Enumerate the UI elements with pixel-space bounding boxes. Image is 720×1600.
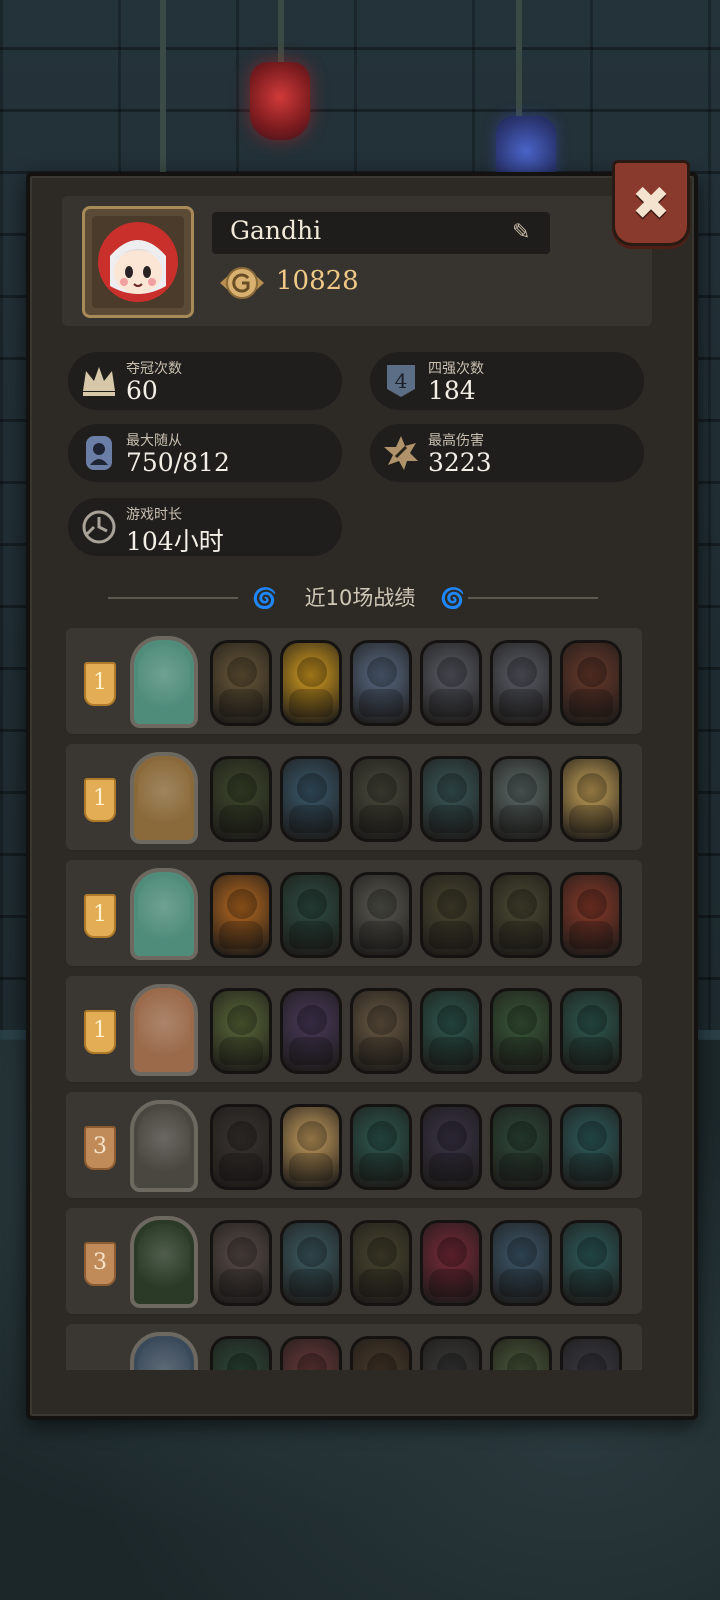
- stat-championships: 夺冠次数 60: [68, 352, 342, 410]
- minion-portrait[interactable]: [210, 1336, 272, 1370]
- stat-value: 104小时: [126, 527, 224, 556]
- minion-portrait[interactable]: [350, 1104, 412, 1190]
- minion-portrait[interactable]: [280, 872, 342, 958]
- minion-portrait[interactable]: [210, 1104, 272, 1190]
- minion-portrait[interactable]: [420, 872, 482, 958]
- minion-portrait[interactable]: [280, 1336, 342, 1370]
- rope-decoration: [278, 0, 284, 70]
- rank-badge: 1: [84, 662, 116, 706]
- rank-badge: 3: [84, 1242, 116, 1286]
- rank-badge: 3: [84, 1126, 116, 1170]
- stat-value: 750/812: [126, 448, 230, 477]
- minion-portrait[interactable]: [210, 872, 272, 958]
- rank-badge: 1: [84, 1010, 116, 1054]
- minion-portrait[interactable]: [490, 756, 552, 842]
- match-row[interactable]: 1: [66, 860, 642, 968]
- stat-top4: 4 四强次数 184: [370, 352, 644, 410]
- match-row[interactable]: 3: [66, 1208, 642, 1316]
- minion-portrait[interactable]: [490, 1104, 552, 1190]
- damage-burst-icon: [382, 435, 420, 471]
- minion-portrait[interactable]: [350, 872, 412, 958]
- minion-portrait[interactable]: [210, 756, 272, 842]
- crown-icon: [80, 363, 118, 399]
- rope-decoration: [516, 0, 522, 120]
- pencil-icon[interactable]: ✎: [512, 220, 530, 245]
- minion-portrait[interactable]: [210, 1220, 272, 1306]
- minion-portrait[interactable]: [560, 988, 622, 1074]
- rank-badge: 1: [84, 778, 116, 822]
- minion-portrait[interactable]: [560, 756, 622, 842]
- minion-portrait[interactable]: [560, 1220, 622, 1306]
- match-row[interactable]: 1: [66, 744, 642, 852]
- minion-portrait[interactable]: [490, 988, 552, 1074]
- stat-max-damage: 最高伤害 3223: [370, 424, 644, 482]
- svg-text:4: 4: [395, 369, 408, 393]
- avatar-portrait: [92, 216, 184, 308]
- minion-portrait[interactable]: [350, 756, 412, 842]
- red-lantern-decoration: [250, 62, 310, 140]
- player-name: Gandhi: [230, 216, 322, 245]
- minion-portrait[interactable]: [560, 640, 622, 726]
- minion-card-icon: [80, 435, 118, 471]
- minion-portrait[interactable]: [350, 988, 412, 1074]
- stat-value: 184: [428, 376, 476, 405]
- minion-portrait[interactable]: [420, 1220, 482, 1306]
- minion-portrait[interactable]: [420, 1104, 482, 1190]
- swirl-ornament-icon: 🌀: [440, 586, 465, 610]
- match-row[interactable]: [66, 1324, 642, 1370]
- top4-shield-icon: 4: [382, 363, 420, 399]
- minion-portrait[interactable]: [350, 1220, 412, 1306]
- minion-portrait[interactable]: [280, 640, 342, 726]
- minion-portrait[interactable]: [420, 756, 482, 842]
- minion-portrait[interactable]: [420, 640, 482, 726]
- minion-portrait[interactable]: [280, 756, 342, 842]
- minion-portrait[interactable]: [420, 1336, 482, 1370]
- hero-portrait[interactable]: [130, 1216, 198, 1308]
- stat-label: 最高伤害: [428, 433, 484, 449]
- rank-badge: 1: [84, 894, 116, 938]
- match-row[interactable]: 3: [66, 1092, 642, 1200]
- hero-portrait[interactable]: [130, 636, 198, 728]
- minion-portrait[interactable]: [490, 1336, 552, 1370]
- hero-portrait[interactable]: [130, 1100, 198, 1192]
- minion-portrait[interactable]: [210, 640, 272, 726]
- stat-max-minions: 最大随从 750/812: [68, 424, 342, 482]
- coin-balance: 10828: [276, 266, 359, 296]
- divider-line: [468, 597, 598, 599]
- minion-portrait[interactable]: [280, 1104, 342, 1190]
- stat-value: 3223: [428, 448, 492, 477]
- stat-label: 四强次数: [428, 361, 484, 377]
- match-history-list[interactable]: 1 1 1 1 3 3: [66, 628, 642, 1370]
- stat-label: 游戏时长: [126, 507, 182, 523]
- clock-icon: [80, 509, 118, 545]
- hero-portrait[interactable]: [130, 984, 198, 1076]
- recent-matches-title: 近10场战绩: [304, 586, 416, 610]
- stat-label: 夺冠次数: [126, 361, 182, 377]
- stat-value: 60: [126, 376, 158, 405]
- minion-portrait[interactable]: [210, 988, 272, 1074]
- minion-portrait[interactable]: [490, 640, 552, 726]
- match-row[interactable]: 1: [66, 628, 642, 736]
- hero-portrait[interactable]: [130, 1332, 198, 1370]
- avatar[interactable]: [82, 206, 194, 318]
- hero-portrait[interactable]: [130, 868, 198, 960]
- minion-portrait[interactable]: [280, 988, 342, 1074]
- minion-portrait[interactable]: [490, 872, 552, 958]
- minion-portrait[interactable]: [560, 1104, 622, 1190]
- rope-decoration: [160, 0, 166, 180]
- minion-portrait[interactable]: [350, 640, 412, 726]
- stat-label: 最大随从: [126, 433, 182, 449]
- minion-portrait[interactable]: [560, 1336, 622, 1370]
- minion-portrait[interactable]: [490, 1220, 552, 1306]
- close-button[interactable]: ✖: [612, 160, 690, 246]
- stat-play-time: 游戏时长 104小时: [68, 498, 342, 556]
- hero-portrait[interactable]: [130, 752, 198, 844]
- minion-portrait[interactable]: [350, 1336, 412, 1370]
- match-row[interactable]: 1: [66, 976, 642, 1084]
- minion-portrait[interactable]: [280, 1220, 342, 1306]
- coin-icon: [218, 266, 266, 300]
- minion-portrait[interactable]: [420, 988, 482, 1074]
- minion-portrait[interactable]: [560, 872, 622, 958]
- close-icon: ✖: [631, 176, 671, 230]
